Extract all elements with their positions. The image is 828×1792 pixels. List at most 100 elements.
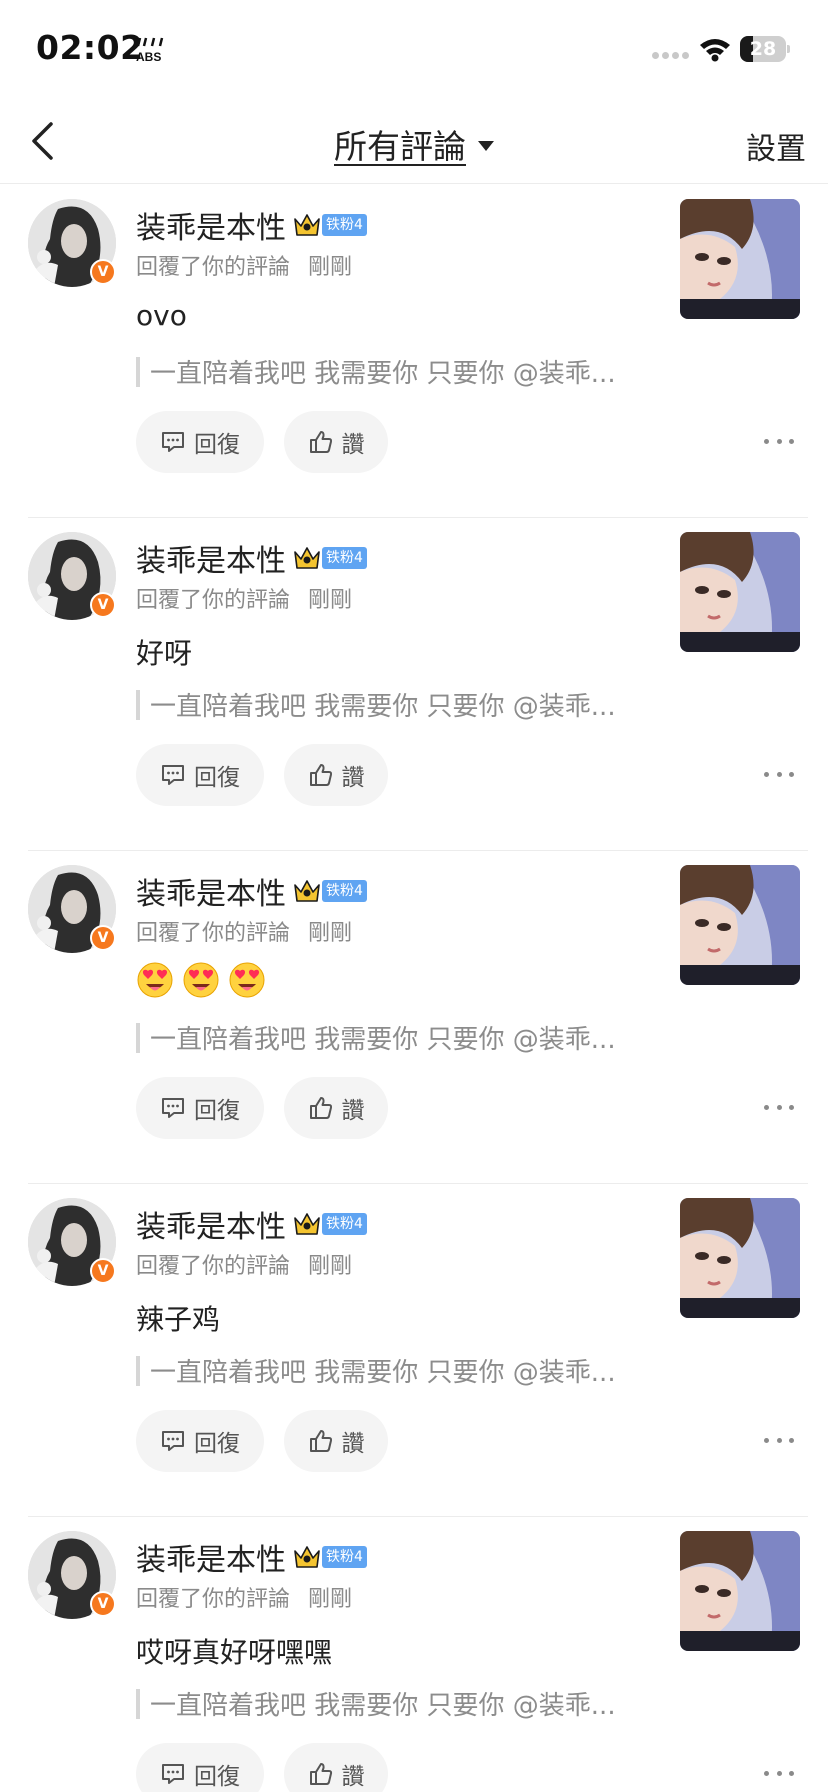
wifi-icon: [700, 39, 730, 62]
dot: [776, 1104, 782, 1110]
more-options-button[interactable]: [764, 1097, 794, 1117]
quoted-comment[interactable]: 一直陪着我吧 我需要你 只要你 @装乖...: [136, 353, 616, 390]
dot: [789, 438, 794, 444]
dot: [789, 1104, 794, 1110]
comment-card[interactable]: V 装乖是本性 铁粉4 回覆了你的評論 剛剛 ovo 一直陪着我吧 我需要你 只要…: [0, 185, 828, 518]
cellular-signal-icon: [652, 52, 689, 59]
like-button[interactable]: 讚: [284, 1410, 388, 1472]
quoted-text[interactable]: 一直陪着我吧 我需要你 只要你 @装乖...: [150, 1019, 616, 1056]
user-name[interactable]: 装乖是本性: [136, 1202, 286, 1246]
verified-badge-icon: V: [90, 1258, 116, 1284]
action-row: 回復 讚: [136, 1410, 388, 1472]
user-name[interactable]: 装乖是本性: [136, 536, 286, 580]
verified-badge-icon: V: [90, 592, 116, 618]
user-name[interactable]: 装乖是本性: [136, 1535, 286, 1579]
like-label: 讚: [341, 765, 365, 791]
dot: [764, 1104, 769, 1110]
comment-meta: 回覆了你的評論 剛剛: [136, 582, 352, 614]
dot: [776, 1437, 782, 1443]
quoted-text[interactable]: 一直陪着我吧 我需要你 只要你 @装乖...: [150, 353, 616, 390]
battery-icon: 28: [740, 36, 790, 62]
more-options-button[interactable]: [764, 1430, 794, 1450]
user-name[interactable]: 装乖是本性: [136, 869, 286, 913]
reply-button[interactable]: 回復: [136, 744, 264, 806]
comment-meta: 回覆了你的評論 剛剛: [136, 249, 352, 281]
comment-card[interactable]: V 装乖是本性 铁粉4 回覆了你的評論 剛剛 一直陪着我吧 我需要你 只要你 @装…: [0, 851, 828, 1184]
more-options-button[interactable]: [764, 1763, 794, 1783]
avatar[interactable]: V: [28, 1198, 116, 1286]
reply-label: 回復: [194, 1431, 240, 1457]
avatar[interactable]: V: [28, 199, 116, 287]
thumbnail-image: [680, 865, 800, 985]
reply-button[interactable]: 回復: [136, 1410, 264, 1472]
heart-eyes-emoji: [229, 962, 265, 998]
avatar[interactable]: V: [28, 1531, 116, 1619]
dot: [776, 438, 782, 444]
crown-icon: [294, 214, 320, 236]
fan-level-badge: 铁粉4: [322, 880, 367, 902]
comment-icon: [162, 1431, 184, 1451]
quoted-text[interactable]: 一直陪着我吧 我需要你 只要你 @装乖...: [150, 686, 616, 723]
avatar[interactable]: V: [28, 532, 116, 620]
caret-down-icon[interactable]: [478, 141, 494, 151]
settings-button[interactable]: 設置: [746, 124, 806, 168]
quoted-comment[interactable]: 一直陪着我吧 我需要你 只要你 @装乖...: [136, 686, 616, 723]
comment-card[interactable]: V 装乖是本性 铁粉4 回覆了你的評論 剛剛 好呀 一直陪着我吧 我需要你 只要你…: [0, 518, 828, 851]
verified-badge-icon: V: [90, 925, 116, 951]
dot: [764, 771, 769, 777]
dot: [764, 438, 769, 444]
filter-dropdown[interactable]: 所有評論: [0, 120, 828, 168]
thumbnail-image: [680, 1198, 800, 1318]
fan-level-badge: 铁粉4: [322, 1546, 367, 1568]
quoted-text[interactable]: 一直陪着我吧 我需要你 只要你 @装乖...: [150, 1685, 616, 1722]
post-thumbnail[interactable]: [680, 865, 800, 985]
comment-icon: [162, 765, 184, 785]
user-line: 装乖是本性 铁粉4: [136, 536, 367, 580]
like-label: 讚: [341, 1098, 365, 1124]
crown-icon: [294, 547, 320, 569]
comment-list[interactable]: V 装乖是本性 铁粉4 回覆了你的評論 剛剛 ovo 一直陪着我吧 我需要你 只要…: [0, 185, 828, 1792]
like-button[interactable]: 讚: [284, 411, 388, 473]
comment-text: ovo: [136, 299, 187, 332]
post-thumbnail[interactable]: [680, 532, 800, 652]
comment-text: 辣子鸡: [136, 1303, 221, 1336]
page-title[interactable]: 所有評論: [334, 120, 466, 168]
comment-card[interactable]: V 装乖是本性 铁粉4 回覆了你的評論 剛剛 辣子鸡 一直陪着我吧 我需要你 只要…: [0, 1184, 828, 1517]
dot: [776, 771, 782, 777]
thumbs-up-icon: [309, 431, 332, 453]
like-button[interactable]: 讚: [284, 1077, 388, 1139]
quoted-comment[interactable]: 一直陪着我吧 我需要你 只要你 @装乖...: [136, 1685, 616, 1722]
dot: [789, 1437, 794, 1443]
reply-button[interactable]: 回復: [136, 1743, 264, 1792]
action-row: 回復 讚: [136, 744, 388, 806]
dot: [789, 1770, 794, 1776]
reply-label: 回復: [194, 1098, 240, 1124]
like-button[interactable]: 讚: [284, 744, 388, 806]
comment-time: 剛剛: [308, 588, 353, 613]
like-button[interactable]: 讚: [284, 1743, 388, 1792]
user-name[interactable]: 装乖是本性: [136, 203, 286, 247]
svg-text:ABS: ABS: [136, 50, 161, 64]
fan-level-badge: 铁粉4: [322, 214, 367, 236]
more-options-button[interactable]: [764, 431, 794, 451]
quoted-comment[interactable]: 一直陪着我吧 我需要你 只要你 @装乖...: [136, 1019, 616, 1056]
dot: [764, 1770, 769, 1776]
like-label: 讚: [341, 1431, 365, 1457]
post-thumbnail[interactable]: [680, 199, 800, 319]
more-options-button[interactable]: [764, 764, 794, 784]
thumbs-up-icon: [309, 764, 332, 786]
status-bar: 02:02 ABS 28: [0, 0, 828, 100]
reply-button[interactable]: 回復: [136, 1077, 264, 1139]
comment-text: 哎呀真好呀嘿嘿: [136, 1636, 333, 1669]
action-text: 回覆了你的評論: [136, 1254, 291, 1279]
reply-button[interactable]: 回復: [136, 411, 264, 473]
avatar[interactable]: V: [28, 865, 116, 953]
quoted-text[interactable]: 一直陪着我吧 我需要你 只要你 @装乖...: [150, 1352, 616, 1389]
action-text: 回覆了你的評論: [136, 588, 291, 613]
comment-card[interactable]: V 装乖是本性 铁粉4 回覆了你的評論 剛剛 哎呀真好呀嘿嘿 一直陪着我吧 我需要…: [0, 1517, 828, 1792]
post-thumbnail[interactable]: [680, 1198, 800, 1318]
action-text: 回覆了你的評論: [136, 1587, 291, 1612]
like-label: 讚: [341, 432, 365, 458]
post-thumbnail[interactable]: [680, 1531, 800, 1651]
quoted-comment[interactable]: 一直陪着我吧 我需要你 只要你 @装乖...: [136, 1352, 616, 1389]
